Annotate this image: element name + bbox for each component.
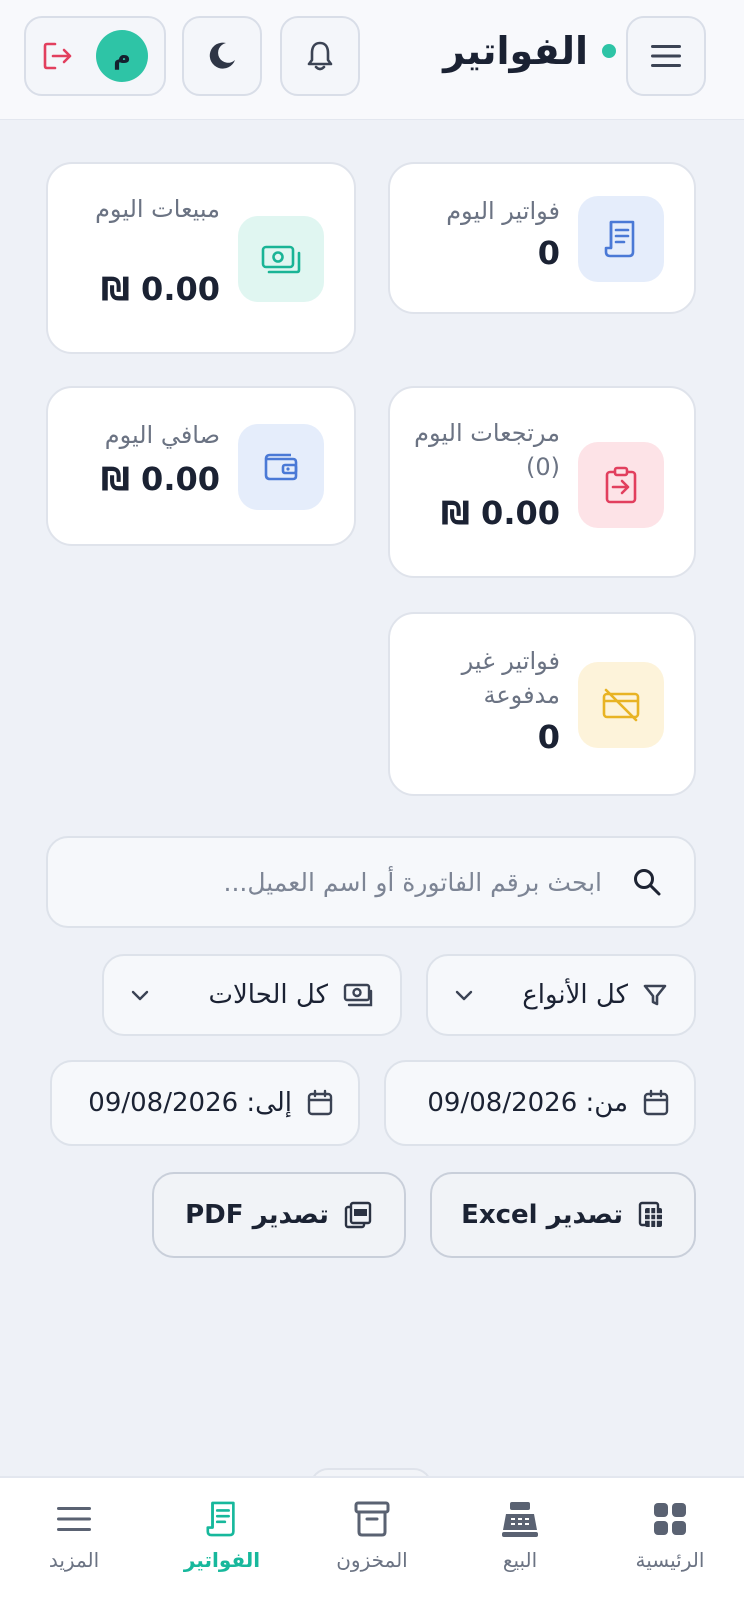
export-pdf-button[interactable]: تصدير PDF (152, 1172, 406, 1258)
card-today-sales[interactable]: مبيعات اليوم 0.00 ₪ (46, 162, 356, 354)
calendar-icon (643, 1089, 669, 1116)
menu-icon (651, 45, 681, 67)
chevron-down-icon (455, 990, 473, 1001)
search-field[interactable]: ابحث برقم الفاتورة أو اسم العميل... (46, 836, 696, 928)
export-excel-button[interactable]: تصدير Excel (430, 1172, 696, 1258)
nav-item-invoices[interactable]: الفواتير (148, 1488, 296, 1592)
wallet-icon-box (238, 424, 324, 510)
card-label: مبيعات اليوم (95, 195, 220, 223)
card-today-invoices[interactable]: فواتير اليوم 0 (388, 162, 696, 314)
notifications-button[interactable] (280, 16, 360, 96)
from-date-value: من: 09/08/2026 (427, 1088, 628, 1118)
money-icon-box (238, 216, 324, 302)
return-icon (605, 466, 637, 504)
money-icon (261, 245, 301, 274)
bottom-navigation: الرئيسية البيع المخزون الفواتير المزيد (0, 1476, 744, 1600)
card-today-net[interactable]: صافي اليوم 0.00 ₪ (46, 386, 356, 546)
moon-icon (209, 42, 235, 69)
top-header: الفواتير م (0, 0, 744, 120)
logout-icon[interactable] (42, 41, 74, 71)
theme-toggle-button[interactable] (182, 16, 262, 96)
user-logout-group[interactable]: م (24, 16, 166, 96)
card-label: صافي اليوم (104, 421, 220, 449)
type-filter-select[interactable]: كل الأنواع (426, 954, 696, 1036)
cash-icon (343, 983, 373, 1007)
receipt-icon (604, 220, 635, 258)
status-dot (602, 44, 616, 58)
avatar[interactable]: م (96, 30, 148, 82)
nav-label: الفواتير (183, 1548, 261, 1572)
menu-icon (57, 1507, 91, 1531)
card-off-icon-box (578, 662, 664, 748)
card-label: مرتجعات اليوم (0) (414, 419, 560, 481)
export-excel-label: تصدير Excel (461, 1200, 623, 1230)
card-unpaid-invoices[interactable]: فواتير غير مدفوعة 0 (388, 612, 696, 796)
search-input[interactable]: ابحث برقم الفاتورة أو اسم العميل... (224, 868, 602, 897)
avatar-letter: م (113, 42, 131, 70)
nav-label: البيع (502, 1548, 538, 1572)
receipt-icon (206, 1501, 235, 1537)
nav-item-inventory[interactable]: المخزون (298, 1488, 446, 1592)
nav-label: الرئيسية (635, 1548, 705, 1572)
type-filter-value: كل الأنواع (522, 980, 628, 1010)
card-value: 0.00 ₪ (100, 460, 220, 498)
from-date-field[interactable]: من: 09/08/2026 (384, 1060, 696, 1146)
to-date-field[interactable]: إلى: 09/08/2026 (50, 1060, 360, 1146)
spreadsheet-icon (638, 1201, 662, 1227)
card-value: 0 (537, 718, 560, 756)
calendar-icon (307, 1089, 333, 1116)
return-icon-box (578, 442, 664, 528)
nav-item-sales[interactable]: البيع (446, 1488, 594, 1592)
card-value: 0.00 ₪ (440, 494, 560, 532)
to-date-value: إلى: 09/08/2026 (88, 1088, 292, 1118)
archive-icon (354, 1501, 390, 1537)
nav-label: المخزون (336, 1548, 408, 1572)
pdf-icon (344, 1201, 372, 1229)
search-icon (634, 869, 661, 896)
card-off-icon (602, 688, 640, 722)
grid-icon (654, 1503, 686, 1535)
filter-icon (643, 984, 667, 1006)
card-value: 0 (537, 234, 560, 272)
nav-item-home[interactable]: الرئيسية (596, 1488, 744, 1592)
page-title-group: الفواتير (443, 26, 616, 76)
nav-item-more[interactable]: المزيد (0, 1488, 148, 1592)
card-value: 0.00 ₪ (100, 270, 220, 308)
nav-label: المزيد (48, 1548, 100, 1572)
bell-icon (307, 41, 333, 71)
page-title: الفواتير (443, 29, 588, 73)
menu-button[interactable] (626, 16, 706, 96)
cash-register-icon (502, 1502, 538, 1537)
card-today-returns[interactable]: مرتجعات اليوم (0) 0.00 ₪ (388, 386, 696, 578)
export-pdf-label: تصدير PDF (185, 1200, 329, 1230)
card-label: فواتير غير مدفوعة (461, 647, 560, 709)
status-filter-value: كل الحالات (208, 980, 329, 1010)
card-label: فواتير اليوم (446, 197, 560, 225)
receipt-icon-box (578, 196, 664, 282)
wallet-icon (264, 453, 298, 481)
status-filter-select[interactable]: كل الحالات (102, 954, 402, 1036)
chevron-down-icon (131, 990, 149, 1001)
